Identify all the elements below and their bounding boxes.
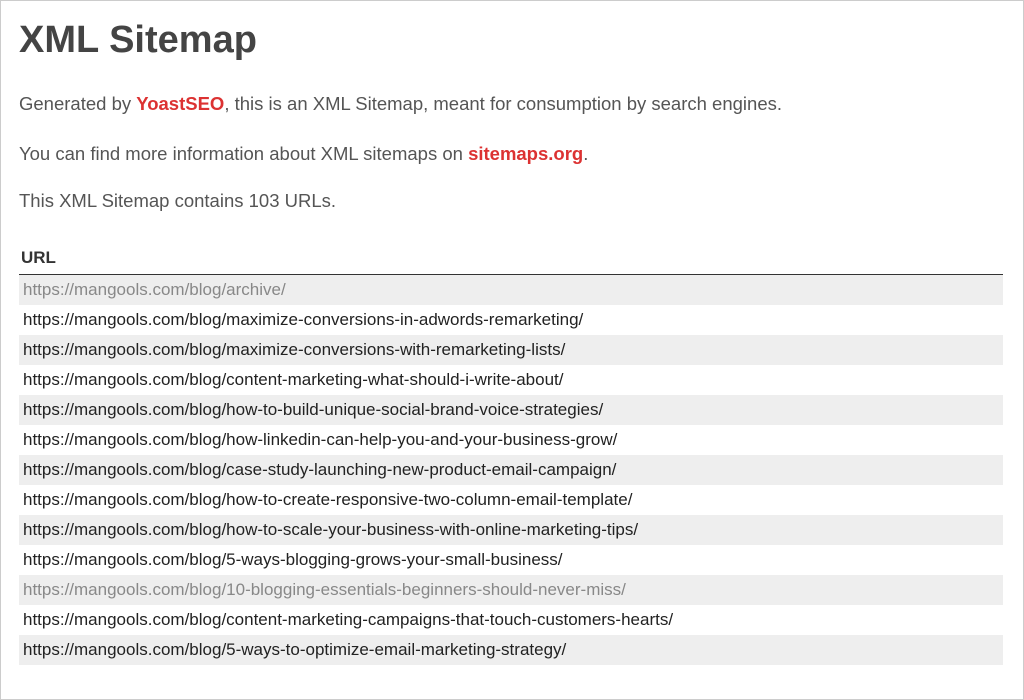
intro-line-2: You can find more information about XML … (19, 140, 1003, 168)
url-cell: https://mangools.com/blog/content-market… (19, 605, 1003, 635)
sitemap-url-link[interactable]: https://mangools.com/blog/content-market… (23, 370, 563, 389)
table-row: https://mangools.com/blog/maximize-conve… (19, 335, 1003, 365)
sitemap-url-link[interactable]: https://mangools.com/blog/maximize-conve… (23, 310, 583, 329)
url-cell: https://mangools.com/blog/how-linkedin-c… (19, 425, 1003, 455)
sitemap-url-link[interactable]: https://mangools.com/blog/content-market… (23, 610, 673, 629)
table-row: https://mangools.com/blog/case-study-lau… (19, 455, 1003, 485)
sitemap-url-link[interactable]: https://mangools.com/blog/5-ways-bloggin… (23, 550, 563, 569)
sitemaps-org-link[interactable]: sitemaps.org (468, 143, 583, 164)
table-header-url: URL (19, 242, 1003, 275)
sitemap-table-body: https://mangools.com/blog/archive/https:… (19, 274, 1003, 665)
table-row: https://mangools.com/blog/content-market… (19, 365, 1003, 395)
sitemap-url-link[interactable]: https://mangools.com/blog/how-to-build-u… (23, 400, 603, 419)
table-row: https://mangools.com/blog/how-to-create-… (19, 485, 1003, 515)
yoastseo-link[interactable]: YoastSEO (136, 93, 224, 114)
sitemap-url-link[interactable]: https://mangools.com/blog/how-to-create-… (23, 490, 632, 509)
table-row: https://mangools.com/blog/how-linkedin-c… (19, 425, 1003, 455)
url-cell: https://mangools.com/blog/content-market… (19, 365, 1003, 395)
url-cell: https://mangools.com/blog/maximize-conve… (19, 335, 1003, 365)
intro-line-1: Generated by YoastSEO, this is an XML Si… (19, 90, 1003, 118)
sitemap-url-link[interactable]: https://mangools.com/blog/10-blogging-es… (23, 580, 626, 599)
table-row: https://mangools.com/blog/archive/ (19, 274, 1003, 305)
sitemap-url-link[interactable]: https://mangools.com/blog/5-ways-to-opti… (23, 640, 566, 659)
intro2-prefix: You can find more information about XML … (19, 143, 468, 164)
intro-middle: , this is an XML Sitemap, meant for cons… (224, 93, 782, 114)
table-row: https://mangools.com/blog/content-market… (19, 605, 1003, 635)
table-row: https://mangools.com/blog/how-to-scale-y… (19, 515, 1003, 545)
url-cell: https://mangools.com/blog/how-to-scale-y… (19, 515, 1003, 545)
table-row: https://mangools.com/blog/5-ways-to-opti… (19, 635, 1003, 665)
table-row: https://mangools.com/blog/how-to-build-u… (19, 395, 1003, 425)
sitemap-container: XML Sitemap Generated by YoastSEO, this … (1, 1, 1023, 665)
sitemap-url-link[interactable]: https://mangools.com/blog/archive/ (23, 280, 286, 299)
url-count-line: This XML Sitemap contains 103 URLs. (19, 190, 1003, 212)
sitemap-table: URL https://mangools.com/blog/archive/ht… (19, 242, 1003, 665)
url-cell: https://mangools.com/blog/case-study-lau… (19, 455, 1003, 485)
url-cell: https://mangools.com/blog/5-ways-bloggin… (19, 545, 1003, 575)
sitemap-url-link[interactable]: https://mangools.com/blog/maximize-conve… (23, 340, 565, 359)
sitemap-url-link[interactable]: https://mangools.com/blog/case-study-lau… (23, 460, 616, 479)
sitemap-url-link[interactable]: https://mangools.com/blog/how-to-scale-y… (23, 520, 638, 539)
intro2-suffix: . (583, 143, 588, 164)
url-cell: https://mangools.com/blog/how-to-create-… (19, 485, 1003, 515)
intro-prefix: Generated by (19, 93, 136, 114)
url-cell: https://mangools.com/blog/maximize-conve… (19, 305, 1003, 335)
url-cell: https://mangools.com/blog/archive/ (19, 274, 1003, 305)
table-row: https://mangools.com/blog/10-blogging-es… (19, 575, 1003, 605)
page-title: XML Sitemap (19, 19, 1003, 62)
url-cell: https://mangools.com/blog/how-to-build-u… (19, 395, 1003, 425)
sitemap-url-link[interactable]: https://mangools.com/blog/how-linkedin-c… (23, 430, 617, 449)
table-row: https://mangools.com/blog/maximize-conve… (19, 305, 1003, 335)
table-row: https://mangools.com/blog/5-ways-bloggin… (19, 545, 1003, 575)
url-cell: https://mangools.com/blog/5-ways-to-opti… (19, 635, 1003, 665)
url-cell: https://mangools.com/blog/10-blogging-es… (19, 575, 1003, 605)
